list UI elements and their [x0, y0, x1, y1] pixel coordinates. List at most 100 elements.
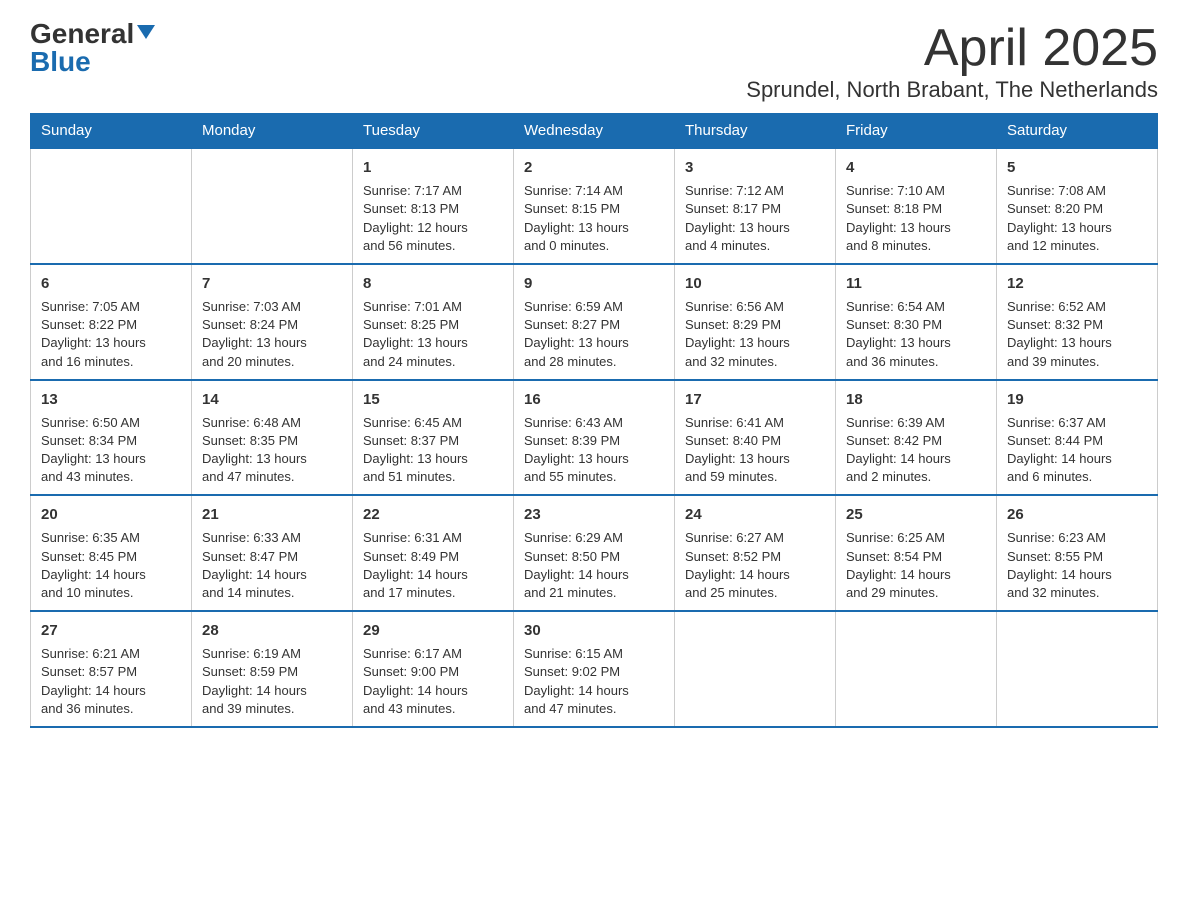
day-number: 26 — [1007, 504, 1147, 525]
day-number: 28 — [202, 620, 342, 641]
day-info: Sunrise: 7:17 AM Sunset: 8:13 PM Dayligh… — [363, 182, 503, 255]
day-info: Sunrise: 6:35 AM Sunset: 8:45 PM Dayligh… — [41, 529, 181, 602]
calendar-cell: 16 Sunrise: 6:43 AM Sunset: 8:39 PM Dayli… — [514, 380, 675, 496]
calendar-cell: 12 Sunrise: 6:52 AM Sunset: 8:32 PM Dayli… — [997, 264, 1158, 380]
logo-blue: Blue — [30, 46, 91, 77]
day-number: 25 — [846, 504, 986, 525]
day-info: Sunrise: 6:29 AM Sunset: 8:50 PM Dayligh… — [524, 529, 664, 602]
calendar-header-monday: Monday — [192, 114, 353, 149]
logo-general: General — [30, 20, 134, 48]
day-number: 6 — [41, 273, 181, 294]
calendar-cell — [836, 611, 997, 727]
calendar-cell: 3 Sunrise: 7:12 AM Sunset: 8:17 PM Daylig… — [675, 148, 836, 264]
day-number: 27 — [41, 620, 181, 641]
calendar-cell: 21 Sunrise: 6:33 AM Sunset: 8:47 PM Dayli… — [192, 495, 353, 611]
day-number: 21 — [202, 504, 342, 525]
month-title: April 2025 — [746, 20, 1158, 77]
location-title: Sprundel, North Brabant, The Netherlands — [746, 77, 1158, 103]
day-info: Sunrise: 6:39 AM Sunset: 8:42 PM Dayligh… — [846, 414, 986, 487]
day-info: Sunrise: 7:03 AM Sunset: 8:24 PM Dayligh… — [202, 298, 342, 371]
day-info: Sunrise: 6:41 AM Sunset: 8:40 PM Dayligh… — [685, 414, 825, 487]
calendar-week-3: 13 Sunrise: 6:50 AM Sunset: 8:34 PM Dayli… — [31, 380, 1158, 496]
day-info: Sunrise: 6:15 AM Sunset: 9:02 PM Dayligh… — [524, 645, 664, 718]
calendar-cell: 8 Sunrise: 7:01 AM Sunset: 8:25 PM Daylig… — [353, 264, 514, 380]
calendar-header-wednesday: Wednesday — [514, 114, 675, 149]
calendar-cell: 30Sunrise: 6:15 AM Sunset: 9:02 PM Dayli… — [514, 611, 675, 727]
day-info: Sunrise: 6:59 AM Sunset: 8:27 PM Dayligh… — [524, 298, 664, 371]
calendar-header-sunday: Sunday — [31, 114, 192, 149]
day-info: Sunrise: 6:31 AM Sunset: 8:49 PM Dayligh… — [363, 529, 503, 602]
calendar-cell: 18 Sunrise: 6:39 AM Sunset: 8:42 PM Dayli… — [836, 380, 997, 496]
calendar-table: SundayMondayTuesdayWednesdayThursdayFrid… — [30, 113, 1158, 728]
calendar-week-2: 6 Sunrise: 7:05 AM Sunset: 8:22 PM Daylig… — [31, 264, 1158, 380]
day-number: 5 — [1007, 157, 1147, 178]
calendar-cell — [675, 611, 836, 727]
day-number: 23 — [524, 504, 664, 525]
day-number: 14 — [202, 389, 342, 410]
calendar-cell: 20 Sunrise: 6:35 AM Sunset: 8:45 PM Dayli… — [31, 495, 192, 611]
page-header: General Blue April 2025 Sprundel, North … — [30, 20, 1158, 103]
calendar-cell: 23 Sunrise: 6:29 AM Sunset: 8:50 PM Dayli… — [514, 495, 675, 611]
day-number: 22 — [363, 504, 503, 525]
calendar-week-1: 1 Sunrise: 7:17 AM Sunset: 8:13 PM Daylig… — [31, 148, 1158, 264]
day-info: Sunrise: 6:48 AM Sunset: 8:35 PM Dayligh… — [202, 414, 342, 487]
day-info: Sunrise: 6:37 AM Sunset: 8:44 PM Dayligh… — [1007, 414, 1147, 487]
day-number: 29 — [363, 620, 503, 641]
day-number: 13 — [41, 389, 181, 410]
calendar-cell: 2Sunrise: 7:14 AM Sunset: 8:15 PM Daylig… — [514, 148, 675, 264]
day-info: Sunrise: 6:17 AM Sunset: 9:00 PM Dayligh… — [363, 645, 503, 718]
calendar-cell — [192, 148, 353, 264]
calendar-cell: 24 Sunrise: 6:27 AM Sunset: 8:52 PM Dayli… — [675, 495, 836, 611]
calendar-header-thursday: Thursday — [675, 114, 836, 149]
calendar-cell: 19 Sunrise: 6:37 AM Sunset: 8:44 PM Dayli… — [997, 380, 1158, 496]
day-number: 2 — [524, 157, 664, 178]
calendar-cell — [31, 148, 192, 264]
day-number: 8 — [363, 273, 503, 294]
calendar-cell: 5 Sunrise: 7:08 AM Sunset: 8:20 PM Daylig… — [997, 148, 1158, 264]
day-info: Sunrise: 6:56 AM Sunset: 8:29 PM Dayligh… — [685, 298, 825, 371]
calendar-cell: 9Sunrise: 6:59 AM Sunset: 8:27 PM Daylig… — [514, 264, 675, 380]
calendar-cell: 14 Sunrise: 6:48 AM Sunset: 8:35 PM Dayli… — [192, 380, 353, 496]
day-info: Sunrise: 6:21 AM Sunset: 8:57 PM Dayligh… — [41, 645, 181, 718]
day-number: 12 — [1007, 273, 1147, 294]
day-number: 17 — [685, 389, 825, 410]
day-info: Sunrise: 7:12 AM Sunset: 8:17 PM Dayligh… — [685, 182, 825, 255]
day-number: 3 — [685, 157, 825, 178]
calendar-cell: 28Sunrise: 6:19 AM Sunset: 8:59 PM Dayli… — [192, 611, 353, 727]
logo: General Blue — [30, 20, 155, 76]
day-number: 16 — [524, 389, 664, 410]
title-section: April 2025 Sprundel, North Brabant, The … — [746, 20, 1158, 103]
day-number: 18 — [846, 389, 986, 410]
day-info: Sunrise: 7:01 AM Sunset: 8:25 PM Dayligh… — [363, 298, 503, 371]
day-info: Sunrise: 6:45 AM Sunset: 8:37 PM Dayligh… — [363, 414, 503, 487]
calendar-cell: 26Sunrise: 6:23 AM Sunset: 8:55 PM Dayli… — [997, 495, 1158, 611]
calendar-cell: 4 Sunrise: 7:10 AM Sunset: 8:18 PM Daylig… — [836, 148, 997, 264]
day-number: 10 — [685, 273, 825, 294]
day-number: 19 — [1007, 389, 1147, 410]
day-number: 24 — [685, 504, 825, 525]
day-info: Sunrise: 6:52 AM Sunset: 8:32 PM Dayligh… — [1007, 298, 1147, 371]
day-number: 7 — [202, 273, 342, 294]
calendar-cell: 13 Sunrise: 6:50 AM Sunset: 8:34 PM Dayli… — [31, 380, 192, 496]
calendar-cell: 11Sunrise: 6:54 AM Sunset: 8:30 PM Dayli… — [836, 264, 997, 380]
day-info: Sunrise: 7:05 AM Sunset: 8:22 PM Dayligh… — [41, 298, 181, 371]
calendar-week-4: 20 Sunrise: 6:35 AM Sunset: 8:45 PM Dayli… — [31, 495, 1158, 611]
calendar-header-friday: Friday — [836, 114, 997, 149]
day-info: Sunrise: 6:33 AM Sunset: 8:47 PM Dayligh… — [202, 529, 342, 602]
calendar-cell: 27 Sunrise: 6:21 AM Sunset: 8:57 PM Dayli… — [31, 611, 192, 727]
calendar-cell: 17 Sunrise: 6:41 AM Sunset: 8:40 PM Dayli… — [675, 380, 836, 496]
calendar-cell: 1 Sunrise: 7:17 AM Sunset: 8:13 PM Daylig… — [353, 148, 514, 264]
day-info: Sunrise: 6:43 AM Sunset: 8:39 PM Dayligh… — [524, 414, 664, 487]
day-number: 20 — [41, 504, 181, 525]
calendar-cell: 10 Sunrise: 6:56 AM Sunset: 8:29 PM Dayli… — [675, 264, 836, 380]
calendar-header-row: SundayMondayTuesdayWednesdayThursdayFrid… — [31, 114, 1158, 149]
day-info: Sunrise: 6:50 AM Sunset: 8:34 PM Dayligh… — [41, 414, 181, 487]
day-info: Sunrise: 6:27 AM Sunset: 8:52 PM Dayligh… — [685, 529, 825, 602]
day-number: 1 — [363, 157, 503, 178]
day-info: Sunrise: 7:08 AM Sunset: 8:20 PM Dayligh… — [1007, 182, 1147, 255]
calendar-cell: 25 Sunrise: 6:25 AM Sunset: 8:54 PM Dayli… — [836, 495, 997, 611]
day-number: 4 — [846, 157, 986, 178]
day-info: Sunrise: 6:25 AM Sunset: 8:54 PM Dayligh… — [846, 529, 986, 602]
logo-arrow-icon — [137, 25, 155, 39]
day-info: Sunrise: 7:10 AM Sunset: 8:18 PM Dayligh… — [846, 182, 986, 255]
